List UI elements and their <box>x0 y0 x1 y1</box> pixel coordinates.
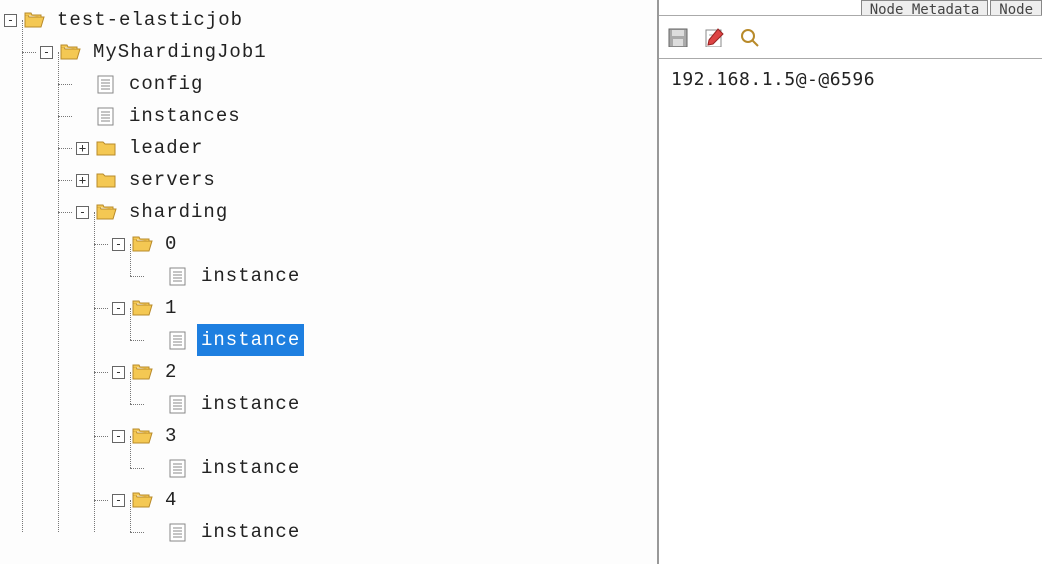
detail-tabs: Node Metadata Node <box>659 0 1042 16</box>
tree-label[interactable]: 0 <box>161 228 181 260</box>
save-icon <box>667 27 689 47</box>
tree-node-leader[interactable]: + leader <box>76 132 657 164</box>
tree-node-config[interactable]: config <box>76 68 657 100</box>
tab-metadata[interactable]: Node Metadata <box>861 0 989 15</box>
document-icon <box>167 394 189 414</box>
expando-minus[interactable]: - <box>112 302 125 315</box>
folder-closed-icon <box>95 170 117 190</box>
search-icon <box>739 27 761 47</box>
document-icon <box>95 74 117 94</box>
tree-label[interactable]: instance <box>197 324 304 356</box>
tree-node-instance[interactable]: instance <box>148 516 657 548</box>
tree-label[interactable]: 1 <box>161 292 181 324</box>
expando-spacer <box>148 270 161 283</box>
expando-minus[interactable]: - <box>112 494 125 507</box>
edit-button[interactable] <box>705 24 731 50</box>
tree-view[interactable]: - test-elasticjob - MyShardingJob1 <box>4 4 657 548</box>
tree-label[interactable]: leader <box>125 132 207 164</box>
folder-open-icon <box>131 490 153 510</box>
node-value[interactable]: 192.168.1.5@-@6596 <box>659 59 1042 100</box>
detail-toolbar <box>659 16 1042 59</box>
tab-node[interactable]: Node <box>990 0 1042 15</box>
expando-spacer <box>148 526 161 539</box>
tree-label[interactable]: 3 <box>161 420 181 452</box>
expando-spacer <box>148 334 161 347</box>
tree-label[interactable]: 4 <box>161 484 181 516</box>
tree-node-root[interactable]: - test-elasticjob - MyShardingJob1 <box>4 4 657 548</box>
edit-icon <box>703 27 725 47</box>
tree-node-job[interactable]: - MyShardingJob1 config <box>40 36 657 548</box>
tree-label[interactable]: instance <box>197 516 304 548</box>
folder-open-icon <box>59 42 81 62</box>
tree-label[interactable]: instance <box>197 452 304 484</box>
tree-node-shard[interactable]: - 3 instance <box>112 420 657 484</box>
tree-node-servers[interactable]: + servers <box>76 164 657 196</box>
tree-node-instance[interactable]: instance <box>148 260 657 292</box>
tree-node-instances[interactable]: instances <box>76 100 657 132</box>
tree-label[interactable]: config <box>125 68 207 100</box>
tree-label[interactable]: instance <box>197 388 304 420</box>
tree-node-shard[interactable]: - 4 instance <box>112 484 657 548</box>
expando-minus[interactable]: - <box>112 238 125 251</box>
folder-open-icon <box>131 362 153 382</box>
search-button[interactable] <box>741 24 767 50</box>
tree-node-instance[interactable]: instance <box>148 388 657 420</box>
expando-spacer <box>148 462 161 475</box>
document-icon <box>167 458 189 478</box>
tree-label[interactable]: MyShardingJob1 <box>89 36 271 68</box>
folder-open-icon <box>95 202 117 222</box>
tree-panel: - test-elasticjob - MyShardingJob1 <box>0 0 659 564</box>
expando-minus[interactable]: - <box>4 14 17 27</box>
expando-spacer <box>76 78 89 91</box>
tree-label[interactable]: test-elasticjob <box>53 4 247 36</box>
expando-minus[interactable]: - <box>76 206 89 219</box>
tree-node-shard[interactable]: - 1 instance <box>112 292 657 356</box>
tree-label[interactable]: sharding <box>125 196 232 228</box>
detail-panel: Node Metadata Node 192.168.1.5@-@6596 <box>659 0 1042 564</box>
expando-minus[interactable]: - <box>112 430 125 443</box>
tree-node-shard[interactable]: - 2 instance <box>112 356 657 420</box>
tree-node-shard[interactable]: - 0 instance <box>112 228 657 292</box>
expando-plus[interactable]: + <box>76 174 89 187</box>
tree-node-instance[interactable]: instance <box>148 452 657 484</box>
tree-label[interactable]: servers <box>125 164 220 196</box>
tree-node-sharding[interactable]: - sharding - 0 instance - 1 instance - 2 instanc… <box>76 196 657 548</box>
expando-minus[interactable]: - <box>40 46 53 59</box>
document-icon <box>167 266 189 286</box>
tree-node-instance[interactable]: instance <box>148 324 657 356</box>
expando-minus[interactable]: - <box>112 366 125 379</box>
document-icon <box>167 522 189 542</box>
folder-open-icon <box>23 10 45 30</box>
tree-label[interactable]: instances <box>125 100 245 132</box>
tree-label[interactable]: 2 <box>161 356 181 388</box>
folder-open-icon <box>131 426 153 446</box>
folder-open-icon <box>131 234 153 254</box>
expando-spacer <box>76 110 89 123</box>
expando-plus[interactable]: + <box>76 142 89 155</box>
folder-closed-icon <box>95 138 117 158</box>
save-button[interactable] <box>669 24 695 50</box>
document-icon <box>95 106 117 126</box>
expando-spacer <box>148 398 161 411</box>
tree-label[interactable]: instance <box>197 260 304 292</box>
folder-open-icon <box>131 298 153 318</box>
document-icon <box>167 330 189 350</box>
